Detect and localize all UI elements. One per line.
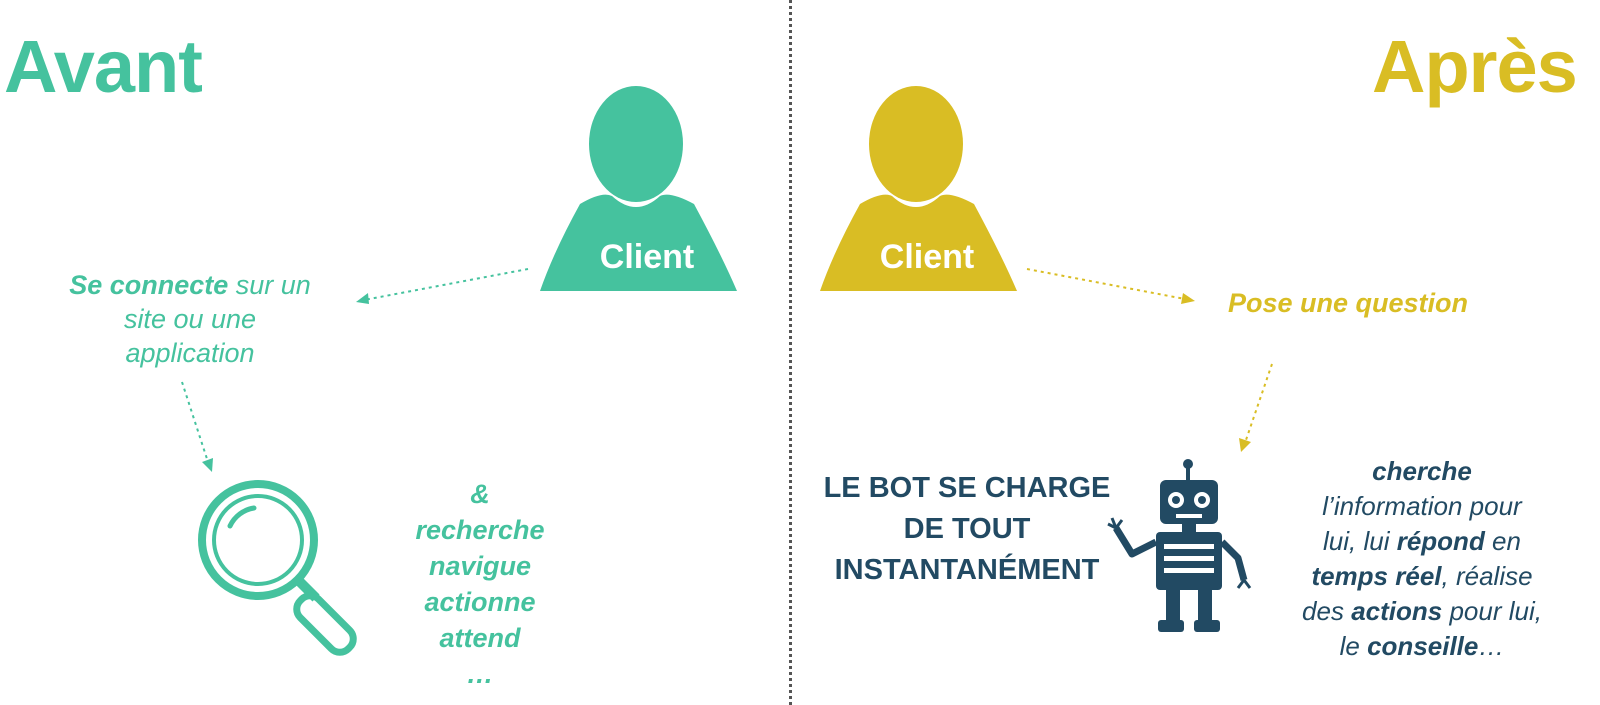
client-label-avant: Client bbox=[599, 238, 695, 276]
question-text: Pose une question bbox=[1227, 288, 1469, 318]
desc-realise: , réalise bbox=[1441, 561, 1533, 591]
connect-line2: site ou une bbox=[123, 304, 257, 334]
magnifier-icon bbox=[198, 480, 357, 656]
desc-repond: répond bbox=[1396, 526, 1485, 556]
actions-item: attend bbox=[439, 623, 521, 653]
desc-conseille: conseille bbox=[1367, 631, 1479, 661]
bot-statement: LE BOT SE CHARGE DE TOUT INSTANTANÉMENT bbox=[822, 468, 1112, 591]
desc-actions: actions bbox=[1351, 596, 1443, 626]
connect-line3: application bbox=[125, 338, 255, 368]
arrow-question-to-bot bbox=[1239, 363, 1273, 452]
desc-information: l’information pour bbox=[1322, 491, 1522, 521]
connect-rest: sur un bbox=[228, 270, 311, 300]
desc-pour-lui: pour lui, bbox=[1442, 596, 1542, 626]
apres-title: Après bbox=[1372, 25, 1578, 108]
connect-step-text: Se connecte sur un site ou une applicati… bbox=[40, 268, 340, 370]
bot-description: cherche l’information pour lui, lui répo… bbox=[1262, 454, 1582, 664]
desc-des: des bbox=[1302, 596, 1352, 626]
actions-item: navigue bbox=[428, 551, 532, 581]
arrow-client-to-connect bbox=[356, 268, 529, 304]
center-divider bbox=[789, 0, 792, 705]
desc-cherche: cherche bbox=[1372, 456, 1472, 486]
client-label-apres: Client bbox=[879, 238, 975, 276]
bot-line-1: LE BOT SE CHARGE bbox=[823, 472, 1111, 504]
bot-line-3: INSTANTANÉMENT bbox=[834, 554, 1100, 586]
actions-item: & bbox=[470, 479, 490, 509]
desc-ellipsis: … bbox=[1478, 631, 1505, 661]
robot-icon bbox=[1107, 459, 1252, 632]
avant-title: Avant bbox=[4, 25, 203, 108]
actions-item: actionne bbox=[424, 587, 536, 617]
actions-item: recherche bbox=[415, 515, 545, 545]
arrow-connect-to-search bbox=[181, 381, 213, 472]
arrow-client-to-question bbox=[1026, 268, 1195, 304]
desc-le: le bbox=[1339, 631, 1368, 661]
connect-bold: Se connecte bbox=[69, 270, 229, 300]
bot-line-2: DE TOUT bbox=[903, 513, 1031, 545]
desc-temps-reel: temps réel bbox=[1311, 561, 1442, 591]
desc-lui: lui, lui bbox=[1323, 526, 1397, 556]
actions-item: … bbox=[466, 659, 494, 689]
actions-list: & recherche navigue actionne attend … bbox=[390, 476, 570, 692]
desc-en: en bbox=[1484, 526, 1521, 556]
